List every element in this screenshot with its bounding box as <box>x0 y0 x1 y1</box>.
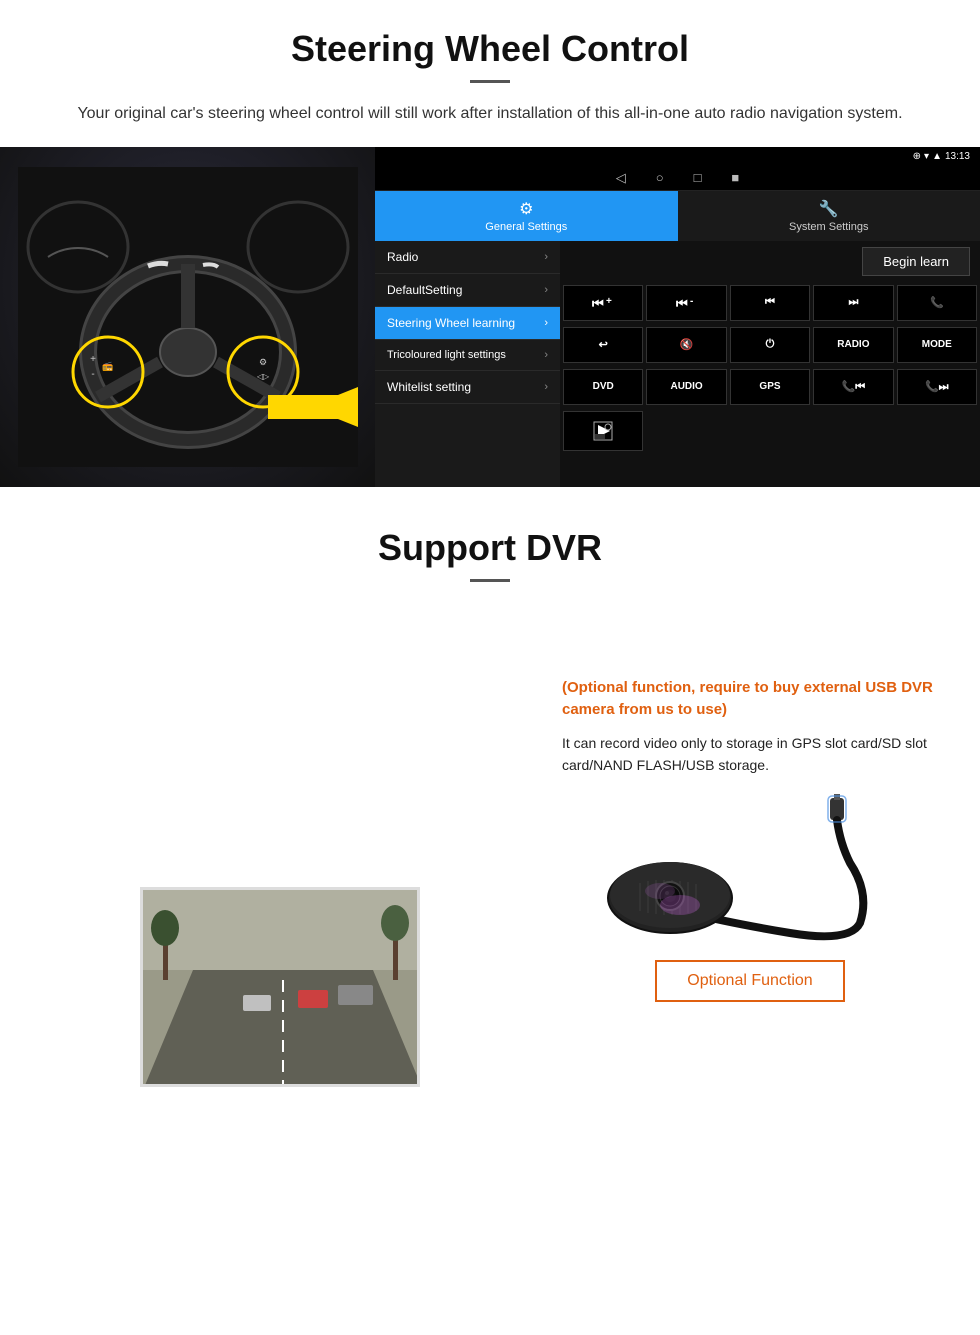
dvr-optional-text: (Optional function, require to buy exter… <box>562 677 938 722</box>
menu-item-whitelist-label: Whitelist setting <box>387 380 471 394</box>
tab-system-settings[interactable]: 🔧 System Settings <box>678 191 980 241</box>
menu-item-default-label: DefaultSetting <box>387 283 462 297</box>
svg-text:⏮: ⏮ <box>592 296 604 311</box>
control-grid-row3: DVD AUDIO GPS 📞⏮ 📞⏭ <box>560 366 980 408</box>
dvr-description: It can record video only to storage in G… <box>562 732 938 777</box>
ctrl-mode[interactable]: MODE <box>897 327 977 363</box>
menu-item-steering-label: Steering Wheel learning <box>387 316 515 330</box>
svg-text:📻: 📻 <box>102 361 113 371</box>
dvr-section: Support DVR (Optional function, require … <box>0 487 980 1167</box>
chevron-right-icon: › <box>544 251 548 263</box>
system-icon: 🔧 <box>819 199 839 219</box>
menu-list: Radio › DefaultSetting › Steering Wheel … <box>375 241 560 487</box>
header-section: Steering Wheel Control Your original car… <box>0 0 980 147</box>
nav-bar: ◁ ○ □ ■ <box>375 166 980 191</box>
begin-learn-button[interactable]: Begin learn <box>862 247 970 276</box>
svg-text:-: - <box>690 296 693 307</box>
control-grid-row4 <box>560 408 980 454</box>
ctrl-next[interactable]: ⏭ <box>813 285 893 321</box>
chevron-right-icon-5: › <box>544 381 548 393</box>
ctrl-radio[interactable]: RADIO <box>813 327 893 363</box>
android-panel: ⊕ ▾ ▲ 13:13 ◁ ○ □ ■ ⚙ General Settings 🔧… <box>375 147 980 487</box>
menu-controls-area: Radio › DefaultSetting › Steering Wheel … <box>375 241 980 487</box>
ctrl-vol-up[interactable]: ⏮+ <box>563 285 643 321</box>
ctrl-call-next[interactable]: 📞⏭ <box>897 369 977 405</box>
menu-item-whitelist[interactable]: Whitelist setting › <box>375 371 560 404</box>
svg-text:◁▷: ◁▷ <box>256 372 269 381</box>
location-icon: ⊕ <box>913 151 921 162</box>
status-icons: ⊕ ▾ ▲ 13:13 <box>913 151 970 162</box>
ctrl-prev[interactable]: ⏮ <box>730 285 810 321</box>
svg-text:-: - <box>91 369 94 380</box>
chevron-right-icon-4: › <box>544 349 548 361</box>
dvr-screenshot-svg <box>143 890 420 1087</box>
controls-panel: Begin learn ⏮+ ⏮- ⏮ ⏭ 📞 ↩ <box>560 241 980 487</box>
gear-icon: ⚙ <box>519 199 533 219</box>
tab-system-label: System Settings <box>789 221 868 233</box>
steering-wheel-svg: + - 📻 ⚙ ◁▷ <box>18 167 358 467</box>
svg-text:+: + <box>90 354 96 365</box>
control-grid-row1: ⏮+ ⏮- ⏮ ⏭ 📞 <box>560 282 980 324</box>
title-divider <box>470 80 510 83</box>
ctrl-record[interactable] <box>563 411 643 451</box>
menu-nav-icon[interactable]: ■ <box>731 170 739 186</box>
signal-icon: ▲ <box>932 151 942 162</box>
svg-text:+: + <box>606 296 612 307</box>
steering-wheel-image: + - 📻 ⚙ ◁▷ <box>0 147 375 487</box>
ctrl-power[interactable]: ⏻ <box>730 327 810 363</box>
chevron-right-icon-2: › <box>544 284 548 296</box>
menu-item-tricoloured-label: Tricoloured light settings <box>387 349 506 361</box>
optional-function-button[interactable]: Optional Function <box>655 960 844 1002</box>
tab-bar: ⚙ General Settings 🔧 System Settings <box>375 191 980 241</box>
wifi-icon: ▾ <box>924 151 929 162</box>
recents-nav-icon[interactable]: □ <box>694 170 702 186</box>
ctrl-hangup[interactable]: ↩ <box>563 327 643 363</box>
menu-item-steering[interactable]: Steering Wheel learning › <box>375 307 560 340</box>
chevron-right-icon-3: › <box>544 317 548 329</box>
begin-learn-row: Begin learn <box>560 241 980 282</box>
dvr-title: Support DVR <box>60 527 920 569</box>
dvr-title-divider <box>470 579 510 582</box>
menu-item-tricoloured[interactable]: Tricoloured light settings › <box>375 340 560 371</box>
subtitle-text: Your original car's steering wheel contr… <box>60 101 920 127</box>
svg-text:⚙: ⚙ <box>258 357 266 367</box>
ctrl-call-prev[interactable]: 📞⏮ <box>813 369 893 405</box>
ctrl-mute[interactable]: 🔇 <box>646 327 726 363</box>
dvr-camera-svg <box>590 793 910 943</box>
time-display: 13:13 <box>945 151 970 162</box>
page-title: Steering Wheel Control <box>60 28 920 70</box>
ctrl-dvd[interactable]: DVD <box>563 369 643 405</box>
dvr-screenshot-thumbnail <box>140 887 420 1087</box>
dvr-info-card: (Optional function, require to buy exter… <box>540 657 960 1023</box>
ctrl-gps[interactable]: GPS <box>730 369 810 405</box>
home-nav-icon[interactable]: ○ <box>656 170 664 186</box>
menu-item-radio[interactable]: Radio › <box>375 241 560 274</box>
dvr-title-area: Support DVR <box>0 497 980 602</box>
menu-item-radio-label: Radio <box>387 250 418 264</box>
dvr-camera-image <box>562 788 938 948</box>
menu-item-default[interactable]: DefaultSetting › <box>375 274 560 307</box>
svg-text:⏮: ⏮ <box>676 296 688 311</box>
tab-general-settings[interactable]: ⚙ General Settings <box>375 191 678 241</box>
control-grid-row2: ↩ 🔇 ⏻ RADIO MODE <box>560 324 980 366</box>
ctrl-vol-down[interactable]: ⏮- <box>646 285 726 321</box>
ctrl-audio[interactable]: AUDIO <box>646 369 726 405</box>
ctrl-call[interactable]: 📞 <box>897 285 977 321</box>
steering-section: + - 📻 ⚙ ◁▷ ⊕ ▾ ▲ 13:13 ◁ <box>0 147 980 487</box>
back-nav-icon[interactable]: ◁ <box>616 170 626 186</box>
tab-general-label: General Settings <box>485 221 567 233</box>
status-bar: ⊕ ▾ ▲ 13:13 <box>375 147 980 166</box>
